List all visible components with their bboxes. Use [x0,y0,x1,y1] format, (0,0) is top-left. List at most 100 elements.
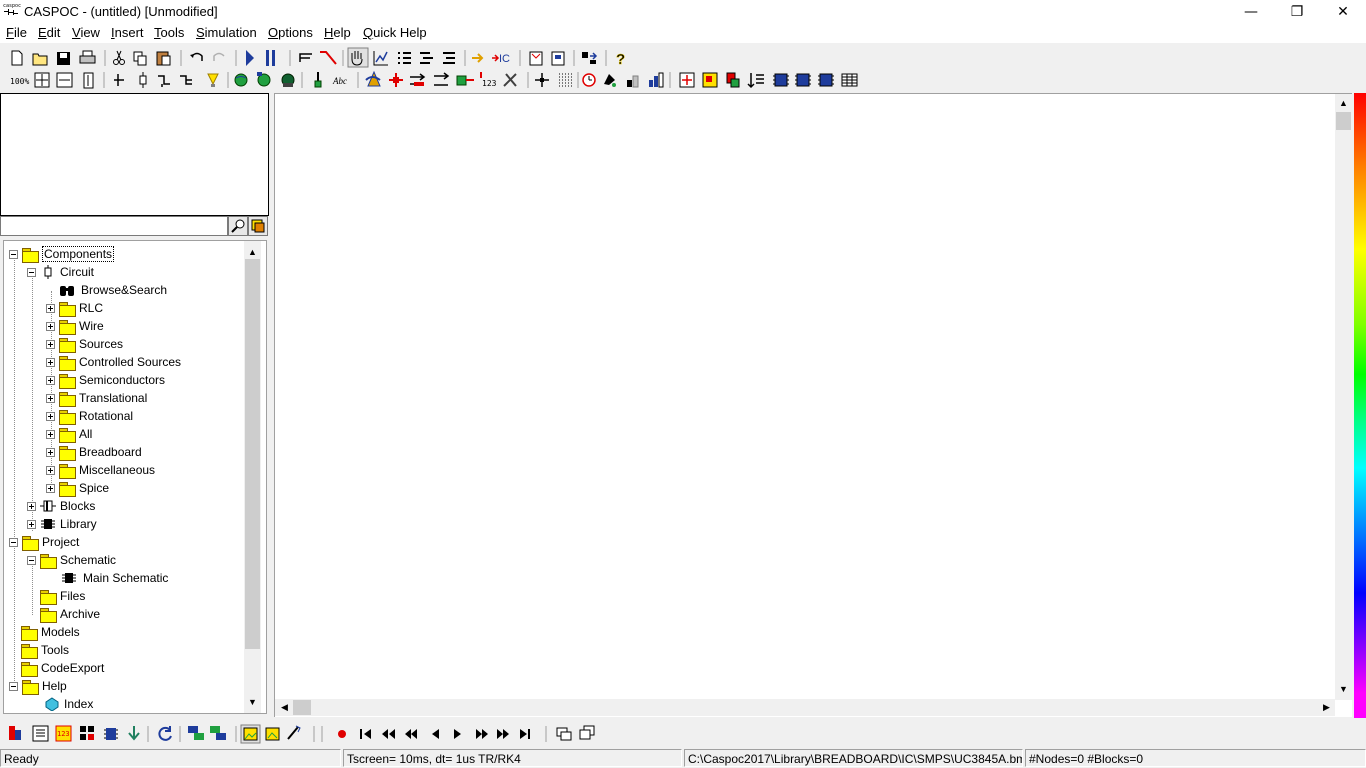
menu-simulation[interactable]: Simulation [196,25,257,40]
tree-scroll-thumb[interactable] [245,259,260,649]
text-window-icon[interactable] [32,725,49,742]
tree-node-archive[interactable]: Archive [40,605,100,623]
zoom-in-icon[interactable] [702,72,718,88]
wire-bend-icon[interactable] [158,75,170,87]
tree-node-miscellaneous[interactable]: Miscellaneous [46,461,155,479]
chip-icon[interactable] [773,73,789,87]
expand-icon[interactable] [46,303,55,313]
tree-node-translational[interactable]: Translational [46,389,147,407]
component-library-icon[interactable] [9,726,21,740]
play-icon[interactable] [454,729,461,739]
tree-node-controlled-sources[interactable]: Controlled Sources [46,353,181,371]
table-icon[interactable] [841,73,858,87]
expand-icon[interactable] [46,393,55,403]
globe-network-icon[interactable] [257,72,271,87]
paint-icon[interactable] [604,74,616,87]
tree-node-browse-search[interactable]: Browse&Search [59,281,167,299]
zoom-height-icon[interactable] [83,72,94,89]
scroll-right-icon[interactable]: ▶ [1323,702,1330,713]
step-back-icon[interactable] [432,729,439,739]
tree-node-breadboard[interactable]: Breadboard [46,443,142,461]
rotate-icon[interactable] [365,70,381,87]
network-2-icon[interactable] [210,726,226,740]
zoom-fit-icon[interactable] [34,72,50,88]
fit-all-icon[interactable] [679,72,695,88]
crosshair-icon[interactable] [535,73,549,87]
tree-node-components[interactable]: Components [9,245,115,263]
help-question-icon[interactable]: ? [616,51,626,69]
expand-icon[interactable] [27,519,36,529]
restore-button[interactable]: ❐ [1274,0,1320,23]
expand-icon[interactable] [46,429,55,439]
record-icon[interactable] [338,730,346,738]
bar-level-icon[interactable] [627,75,639,88]
expand-icon[interactable] [46,339,55,349]
expand-icon[interactable] [46,465,55,475]
print-icon[interactable] [79,50,96,64]
expand-icon[interactable] [46,357,55,367]
canvas-hscroll-thumb[interactable] [293,700,311,715]
tree-node-rotational[interactable]: Rotational [46,407,133,425]
schematic-canvas[interactable]: ▲ ▼ ◀ ▶ [274,93,1352,717]
undo-icon[interactable] [190,52,203,62]
go-end-icon[interactable] [520,729,530,739]
number-123-icon[interactable]: 123 [480,72,497,88]
bar-chart-icon[interactable] [649,72,664,88]
scroll-left-icon[interactable]: ◀ [281,702,288,713]
collapse-icon[interactable] [9,249,18,259]
tree-node-semiconductors[interactable]: Semiconductors [46,371,165,389]
minimize-button[interactable]: — [1228,0,1274,23]
globe-dark-icon[interactable] [281,73,295,87]
tree-node-wire[interactable]: Wire [46,317,104,335]
tree-node-rlc[interactable]: RLC [46,299,103,317]
canvas-vertical-scrollbar[interactable]: ▲ ▼ [1335,94,1352,700]
tree-search-input[interactable] [0,216,228,236]
tree-node-circuit[interactable]: Circuit [27,263,94,281]
menu-options[interactable]: Options [268,25,313,40]
new-file-icon[interactable] [11,50,23,66]
grid-dots-icon[interactable] [559,73,572,87]
canvas-vscroll-thumb[interactable] [1336,112,1351,130]
number-display-icon[interactable]: 123 [55,725,72,742]
rewind-icon[interactable] [405,729,417,739]
menu-quick-help[interactable]: Quick Help [363,25,427,40]
menu-view[interactable]: View [72,25,100,40]
arrow-right-icon[interactable] [472,53,484,63]
chip-2-icon[interactable] [795,73,811,87]
wire-split-icon[interactable] [180,75,192,85]
tree-scrollbar[interactable]: ▲ ▼ [244,241,261,713]
network-icon[interactable] [188,726,204,740]
menu-file[interactable]: File [6,25,27,40]
cross-red-icon[interactable] [389,73,403,87]
expand-icon[interactable] [46,375,55,385]
caspoc-logo-icon[interactable]: caspoc [3,4,21,18]
menu-help[interactable]: Help [324,25,351,40]
search-button[interactable] [228,216,248,236]
pen-icon[interactable] [314,72,322,88]
go-start-icon[interactable] [360,729,371,739]
measure-icon[interactable] [414,82,424,86]
list-sort-icon[interactable] [443,52,455,64]
redo-icon[interactable] [213,52,225,62]
windows-2-icon[interactable] [579,725,595,740]
tree-node-library[interactable]: Library [27,515,97,533]
scroll-up-icon[interactable]: ▲ [1339,98,1348,108]
save-icon[interactable] [57,52,70,65]
zoom-select-icon[interactable] [726,72,740,88]
menu-edit[interactable]: Edit [38,25,60,40]
cut-icon[interactable] [113,50,125,65]
wand-icon[interactable] [287,725,301,740]
chip-3-icon[interactable] [818,73,834,87]
arrow-switch-icon[interactable] [434,72,450,86]
expand-icon[interactable] [46,321,55,331]
collapse-icon[interactable] [27,555,36,565]
windows-icon[interactable] [556,727,572,741]
tree-node-index[interactable]: Index [44,695,93,713]
tree-node-help[interactable]: Help [9,677,67,695]
download-icon[interactable] [128,726,140,741]
close-button[interactable]: ✕ [1320,0,1366,23]
probe-icon[interactable] [320,51,337,65]
list-indent-icon[interactable] [420,52,433,64]
clock-icon[interactable] [582,73,596,87]
step-forward-icon[interactable] [476,729,488,739]
